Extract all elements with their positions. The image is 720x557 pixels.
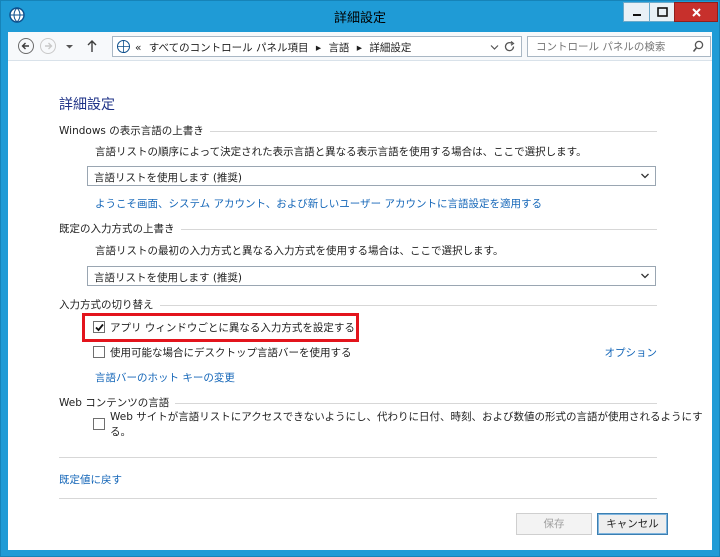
refresh-icon[interactable] <box>503 40 516 53</box>
chevron-down-icon <box>641 173 649 179</box>
breadcrumb: « すべてのコントロール パネル項目 ▸ 言語 ▸ 詳細設定 <box>135 40 411 55</box>
options-link[interactable]: オプション <box>605 345 658 360</box>
title-bar[interactable]: 詳細設定 <box>1 1 719 32</box>
checkmark-icon <box>95 323 104 332</box>
page-title: 詳細設定 <box>59 97 115 113</box>
desktop-bar-label: 使用可能な場合にデスクトップ言語バーを使用する <box>110 346 352 359</box>
section-input-method: 既定の入力方式の上書き <box>59 221 657 235</box>
minimize-icon <box>632 14 641 16</box>
checkbox-desktop-bar[interactable] <box>93 346 105 358</box>
breadcrumb-item-language[interactable]: 言語 <box>328 42 349 54</box>
section-switching: 入力方式の切り替え <box>59 297 657 311</box>
display-language-description: 言語リストの順序によって決定された表示言語と異なる表示言語を使用する場合は、ここ… <box>95 146 587 158</box>
select-value: 言語リストを使用します (推奨) <box>94 172 243 184</box>
restore-defaults-link[interactable]: 既定値に戻す <box>59 472 122 487</box>
section-display-language: Windows の表示言語の上書き <box>59 123 657 137</box>
search-input[interactable] <box>536 39 686 54</box>
back-arrow-icon <box>18 38 34 54</box>
control-panel-icon <box>117 40 130 53</box>
per-app-label: アプリ ウィンドウごとに異なる入力方式を設定する <box>110 321 355 334</box>
web-content-option[interactable]: Web サイトが言語リストにアクセスできないようにし、代わりに日付、時刻、および… <box>93 411 712 438</box>
divider <box>59 457 657 458</box>
maximize-button[interactable] <box>649 2 675 22</box>
web-content-label: Web サイトが言語リストにアクセスできないようにし、代わりに日付、時刻、および… <box>110 411 703 438</box>
section-heading: 既定の入力方式の上書き <box>59 223 181 235</box>
chevron-down-icon <box>641 273 649 279</box>
input-method-description: 言語リストの最初の入力方式と異なる入力方式を使用する場合は、ここで選択します。 <box>95 245 504 257</box>
chevron-down-icon <box>65 44 73 48</box>
up-button[interactable] <box>82 36 102 56</box>
section-heading: Windows の表示言語の上書き <box>59 125 210 137</box>
maximize-icon <box>656 7 668 17</box>
select-value: 言語リストを使用します (推奨) <box>94 272 243 284</box>
window-title: 詳細設定 <box>333 11 386 26</box>
window-frame: 詳細設定 « すべてのコントロール パネル項目 ▸ 言語 ▸ 詳細設定 コントロ… <box>0 0 720 557</box>
breadcrumb-separator-icon[interactable]: ▸ <box>357 42 362 54</box>
checkbox-web-content[interactable] <box>93 418 105 430</box>
close-button[interactable] <box>674 2 718 22</box>
section-web-content: Web コンテンツの言語 <box>59 395 657 409</box>
input-method-select[interactable]: 言語リストを使用します (推奨) <box>87 266 656 286</box>
cancel-button[interactable]: キャンセル <box>597 513 668 535</box>
desktop-language-bar-option[interactable]: 使用可能な場合にデスクトップ言語バーを使用する <box>93 344 352 360</box>
breadcrumb-separator-icon[interactable]: ▸ <box>316 42 321 54</box>
forward-arrow-icon <box>40 38 56 54</box>
minimize-button[interactable] <box>623 2 650 22</box>
section-heading: 入力方式の切り替え <box>59 299 160 311</box>
per-app-input-option[interactable]: アプリ ウィンドウごとに異なる入力方式を設定する <box>93 319 355 335</box>
apply-settings-link[interactable]: ようこそ画面、システム アカウント、および新しいユーザー アカウントに言語設定を… <box>95 196 542 211</box>
up-arrow-icon <box>87 40 97 52</box>
chevron-down-icon[interactable] <box>490 43 499 52</box>
address-bar[interactable]: « すべてのコントロール パネル項目 ▸ 言語 ▸ 詳細設定 <box>112 36 522 57</box>
recent-locations-button[interactable] <box>62 36 76 56</box>
search-box[interactable] <box>527 36 711 57</box>
back-button[interactable] <box>16 36 36 56</box>
hotkey-link[interactable]: 言語バーのホット キーの変更 <box>95 370 235 385</box>
section-heading: Web コンテンツの言語 <box>59 397 176 409</box>
display-language-select[interactable]: 言語リストを使用します (推奨) <box>87 166 656 186</box>
checkbox-per-app[interactable] <box>93 321 105 333</box>
forward-button[interactable] <box>38 36 58 56</box>
search-icon[interactable] <box>692 40 704 53</box>
breadcrumb-item-advanced[interactable]: 詳細設定 <box>369 42 411 54</box>
save-button[interactable]: 保存 <box>516 513 592 535</box>
breadcrumb-item-all-items[interactable]: すべてのコントロール パネル項目 <box>149 42 309 54</box>
navigation-bar: « すべてのコントロール パネル項目 ▸ 言語 ▸ 詳細設定 <box>8 32 712 61</box>
main-content: 詳細設定 Windows の表示言語の上書き 言語リストの順序によって決定された… <box>8 61 712 550</box>
close-icon <box>691 7 701 17</box>
divider <box>59 498 657 499</box>
breadcrumb-overflow[interactable]: « <box>135 42 141 54</box>
